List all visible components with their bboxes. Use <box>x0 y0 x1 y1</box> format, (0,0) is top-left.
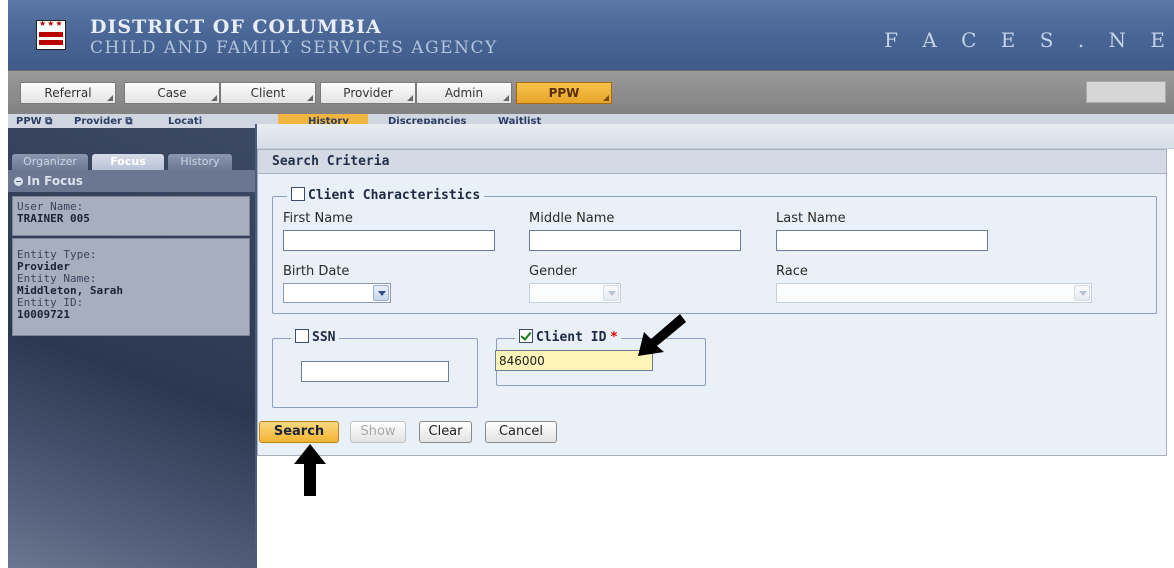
dc-flag-logo: ★★★ <box>36 19 66 50</box>
required-marker: * <box>610 330 618 345</box>
client-id-input[interactable] <box>495 350 653 371</box>
collapse-icon[interactable] <box>14 177 23 186</box>
menu-client[interactable]: Client <box>220 82 316 104</box>
menu-ppw[interactable]: PPW <box>516 82 612 104</box>
birth-date-select[interactable] <box>283 283 391 303</box>
search-criteria-panel: Client Characteristics First Name Middle… <box>257 174 1167 456</box>
entity-id-value: 10009721 <box>17 308 70 321</box>
org-name-line2: CHILD AND FAMILY SERVICES AGENCY <box>90 38 498 58</box>
gender-select <box>529 283 621 303</box>
gender-label: Gender <box>529 264 577 279</box>
last-name-input[interactable] <box>776 230 988 251</box>
client-id-legend: Client ID * <box>515 329 622 345</box>
search-button[interactable]: Search <box>259 421 339 443</box>
quick-search-input[interactable] <box>1086 81 1166 103</box>
client-id-checkbox[interactable] <box>519 329 533 343</box>
chevron-down-icon[interactable] <box>373 285 389 301</box>
menu-ppw-label: PPW <box>548 86 580 100</box>
ssn-title: SSN <box>312 330 336 345</box>
search-criteria-header: Search Criteria <box>257 149 1167 174</box>
menu-admin[interactable]: Admin <box>416 82 512 104</box>
chevron-down-icon <box>1074 285 1090 301</box>
tab-organizer[interactable]: Organizer <box>12 154 88 170</box>
menu-admin-label: Admin <box>444 86 484 100</box>
client-search-dialog: Search Criteria Client Characteristics F… <box>255 124 1174 568</box>
tab-focus[interactable]: Focus <box>92 154 164 170</box>
show-button: Show <box>350 421 406 443</box>
menu-case[interactable]: Case <box>124 82 220 104</box>
first-name-label: First Name <box>283 211 353 226</box>
breadcrumb-ppw[interactable]: PPW ⧉ <box>16 116 52 127</box>
ssn-group: SSN <box>272 329 478 408</box>
menu-case-label: Case <box>157 86 187 100</box>
user-name-value: TRAINER 005 <box>17 212 90 225</box>
client-characteristics-checkbox[interactable] <box>291 187 305 201</box>
dialog-title-bar <box>257 124 1174 149</box>
client-id-title: Client ID <box>536 330 607 345</box>
last-name-label: Last Name <box>776 211 846 226</box>
faces-window: { "header": { "org_line1": "DISTRICT OF … <box>0 0 1174 568</box>
left-panel-tabs: Organizer Focus History <box>8 148 255 170</box>
breadcrumb-provider[interactable]: Provider ⧉ <box>74 116 133 127</box>
birth-date-label: Birth Date <box>283 264 350 279</box>
ssn-input[interactable] <box>301 361 449 382</box>
ssn-checkbox[interactable] <box>295 329 309 343</box>
menu-client-label: Client <box>250 86 286 100</box>
client-characteristics-group: Client Characteristics First Name Middle… <box>272 187 1157 314</box>
client-characteristics-title: Client Characteristics <box>308 188 481 203</box>
middle-name-input[interactable] <box>529 230 741 251</box>
chevron-down-icon <box>603 285 619 301</box>
app-name: F A C E S . N E <box>884 28 1174 52</box>
race-select <box>776 283 1092 303</box>
tab-history[interactable]: History <box>168 154 232 170</box>
in-focus-header[interactable]: In Focus <box>8 170 255 192</box>
flag-stars: ★★★ <box>39 19 64 28</box>
user-info-box: User Name: TRAINER 005 <box>12 196 250 236</box>
main-menu-bar: Referral Case Client Provider Admin PPW <box>8 70 1174 114</box>
header-banner: ★★★ DISTRICT OF COLUMBIA CHILD AND FAMIL… <box>8 0 1174 70</box>
left-panel: Organizer Focus History In Focus User Na… <box>8 128 255 568</box>
race-label: Race <box>776 264 808 279</box>
arrow-up-annotation-icon <box>294 444 326 496</box>
cancel-button[interactable]: Cancel <box>485 421 557 443</box>
breadcrumb-location[interactable]: Locati <box>168 116 202 127</box>
org-name-line1: DISTRICT OF COLUMBIA <box>90 16 382 38</box>
menu-provider[interactable]: Provider <box>320 82 416 104</box>
arrow-left-annotation-icon <box>638 314 686 356</box>
entity-info-box: Entity Type: Provider Entity Name: Middl… <box>12 238 250 336</box>
menu-provider-label: Provider <box>343 86 393 100</box>
menu-referral[interactable]: Referral <box>20 82 116 104</box>
in-focus-title: In Focus <box>27 174 83 188</box>
ssn-legend: SSN <box>291 329 340 345</box>
menu-referral-label: Referral <box>44 86 92 100</box>
first-name-input[interactable] <box>283 230 495 251</box>
client-characteristics-legend: Client Characteristics <box>287 187 485 203</box>
clear-button[interactable]: Clear <box>419 421 472 443</box>
middle-name-label: Middle Name <box>529 211 615 226</box>
